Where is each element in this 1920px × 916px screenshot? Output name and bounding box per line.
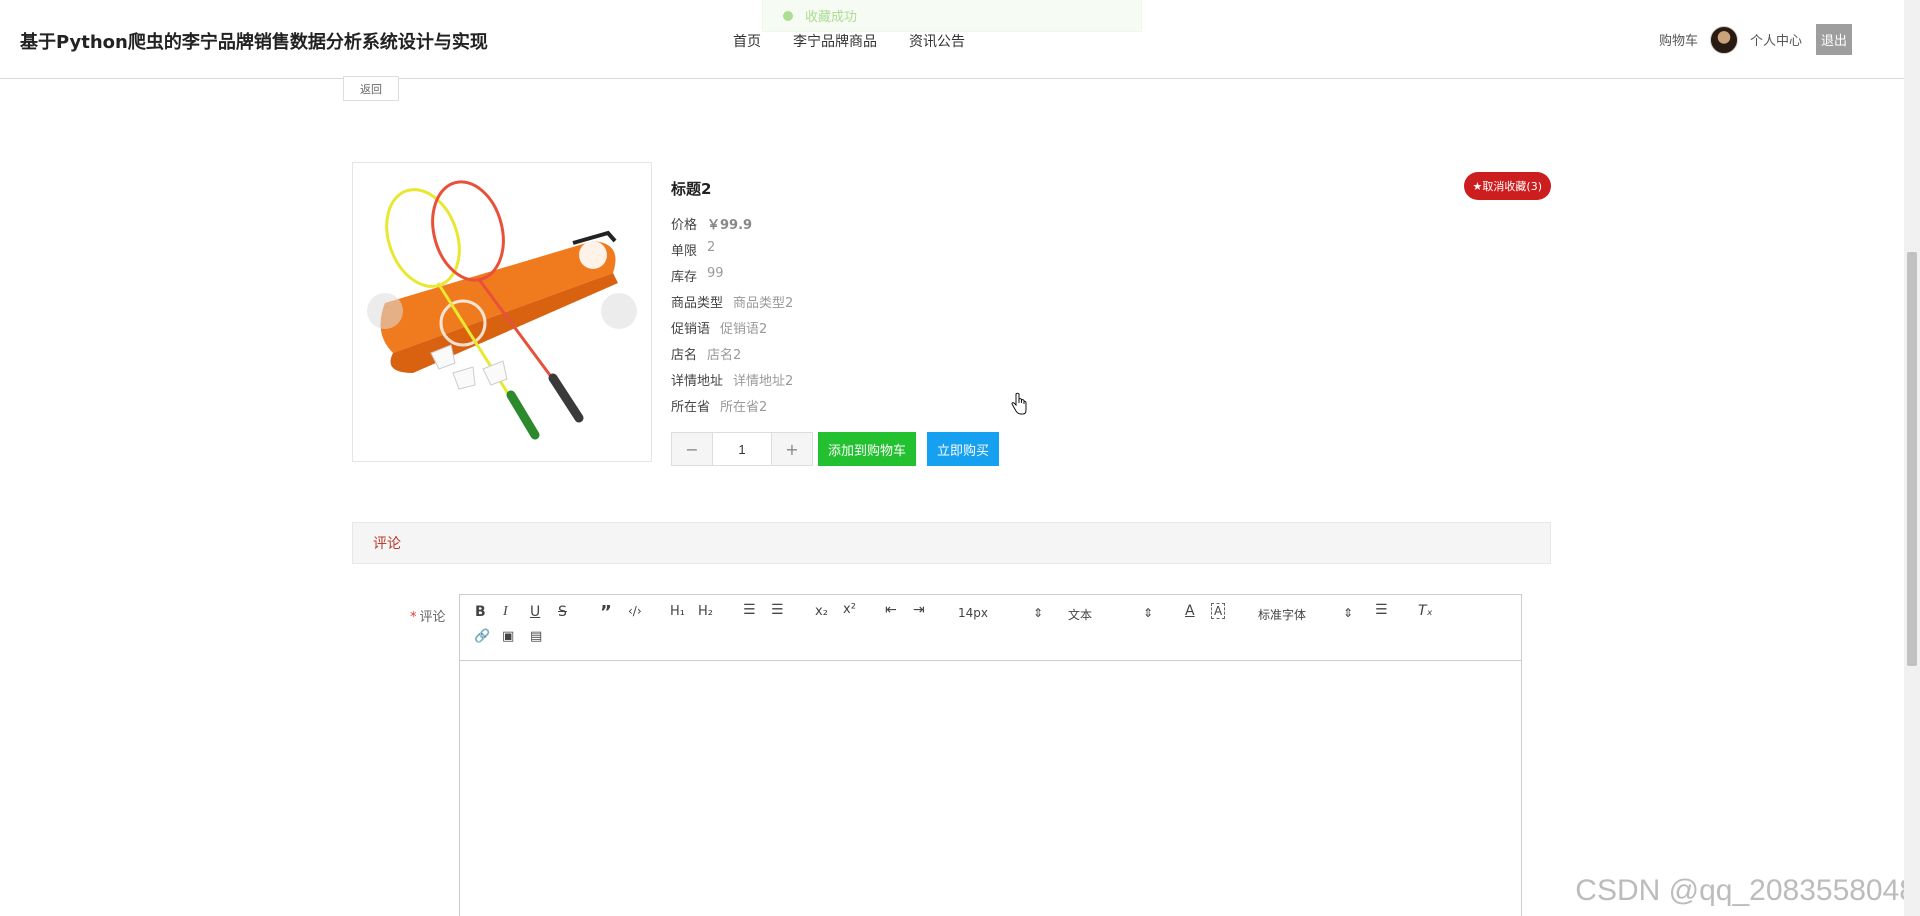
bold-icon[interactable]: B (475, 604, 486, 620)
underline-icon[interactable]: U (530, 604, 540, 620)
blockquote-icon[interactable]: ” (600, 602, 612, 623)
indent-icon[interactable]: ⇥ (913, 602, 925, 618)
select-arrows-icon: ⇕ (1142, 606, 1153, 620)
attr-label: 店名 (671, 348, 698, 363)
product-title: 标题2 (671, 180, 712, 198)
attr-value: ￥99.9 (707, 218, 753, 233)
align-icon[interactable]: ☰ (1375, 602, 1388, 618)
select-arrows-icon: ⇕ (1032, 606, 1043, 620)
font-size-select[interactable]: 14px ⇕ (958, 606, 1043, 620)
editor-content-area[interactable] (460, 661, 1521, 916)
avatar[interactable] (1709, 25, 1738, 54)
attr-limit: 单限 2 (671, 240, 715, 259)
page-scrollbar[interactable] (1904, 0, 1920, 916)
scrollbar-thumb[interactable] (1907, 252, 1917, 666)
attr-province: 所在省 所在省2 (671, 396, 767, 415)
success-icon (783, 10, 793, 21)
attr-label: 价格 (671, 218, 698, 233)
back-button[interactable]: 返回 (343, 76, 399, 101)
italic-icon[interactable]: I (503, 604, 508, 620)
nav-home[interactable]: 首页 (733, 31, 761, 51)
attr-value: 促销语2 (720, 322, 768, 337)
ordered-list-icon[interactable]: ☰ (743, 602, 756, 618)
attr-shop: 店名 店名2 (671, 344, 741, 363)
user-center-link[interactable]: 个人中心 (1750, 30, 1802, 49)
carousel-next-button[interactable] (601, 293, 637, 329)
comment-label: * 评论 (410, 606, 446, 625)
font-family-select[interactable]: 标准字体 ⇕ (1258, 606, 1353, 623)
attr-label: 库存 (671, 270, 698, 285)
attr-value: 99 (707, 266, 724, 281)
attr-price: 价格 ￥99.9 (671, 214, 752, 233)
image-icon[interactable]: ▣ (502, 629, 514, 644)
superscript-icon[interactable]: x² (843, 602, 856, 617)
attr-label: 单限 (671, 244, 698, 259)
font-family-value: 标准字体 (1258, 608, 1307, 622)
text-type-value: 文本 (1068, 608, 1093, 622)
strikethrough-icon[interactable]: S (558, 604, 567, 620)
carousel-prev-button[interactable] (367, 293, 403, 329)
comment-section-header: 评论 (352, 522, 1551, 564)
header1-icon[interactable]: H₁ (670, 604, 685, 619)
main-nav: 首页 李宁品牌商品 资讯公告 (733, 31, 965, 51)
attr-label: 商品类型 (671, 296, 724, 311)
attr-address: 详情地址 详情地址2 (671, 370, 793, 389)
buy-now-button[interactable]: 立即购买 (927, 432, 1000, 466)
product-image-carousel (352, 162, 652, 462)
header2-icon[interactable]: H₂ (698, 604, 713, 619)
bullet-list-icon[interactable]: ☰ (771, 602, 784, 618)
attr-label: 详情地址 (671, 374, 724, 389)
editor-toolbar: B I U S ” ‹/› H₁ H₂ ☰ ☰ x₂ x² ⇤ ⇥ 14px ⇕… (460, 595, 1521, 661)
video-icon[interactable]: ▤ (530, 629, 542, 644)
add-to-cart-button[interactable]: 添加到购物车 (818, 432, 917, 466)
attr-label: 促销语 (671, 322, 711, 337)
code-block-icon[interactable]: ‹/› (628, 604, 642, 618)
user-area: 购物车 个人中心 退出 (1659, 24, 1852, 55)
text-type-select[interactable]: 文本 ⇕ (1068, 606, 1153, 623)
attr-label: 所在省 (671, 400, 711, 415)
csdn-watermark: CSDN @qq_2083558048 (1575, 874, 1916, 907)
outdent-icon[interactable]: ⇤ (885, 602, 897, 618)
attr-value: 商品类型2 (733, 296, 794, 311)
nav-products[interactable]: 李宁品牌商品 (793, 31, 877, 51)
background-color-icon[interactable]: A (1211, 603, 1226, 619)
toast-message: 收藏成功 (805, 10, 858, 25)
success-toast: 收藏成功 (762, 0, 1142, 32)
required-mark: * (410, 610, 417, 625)
cart-link[interactable]: 购物车 (1659, 30, 1698, 49)
hand-cursor-icon (1011, 392, 1027, 415)
clear-format-icon[interactable]: Tₓ (1418, 603, 1433, 619)
select-arrows-icon: ⇕ (1342, 606, 1353, 620)
subscript-icon[interactable]: x₂ (815, 604, 828, 619)
nav-news[interactable]: 资讯公告 (909, 31, 965, 51)
attr-type: 商品类型 商品类型2 (671, 292, 793, 311)
attr-value: 详情地址2 (733, 374, 794, 389)
font-color-icon[interactable]: A (1185, 603, 1195, 619)
increment-button[interactable]: + (772, 433, 812, 465)
quantity-stepper: − + (671, 432, 813, 466)
link-icon[interactable]: 🔗 (474, 629, 490, 644)
rich-text-editor: B I U S ” ‹/› H₁ H₂ ☰ ☰ x₂ x² ⇤ ⇥ 14px ⇕… (459, 594, 1522, 916)
attr-value: 2 (707, 240, 716, 255)
attr-promo: 促销语 促销语2 (671, 318, 767, 337)
attr-stock: 库存 99 (671, 266, 724, 285)
decrement-button[interactable]: − (672, 433, 712, 465)
comment-label-text: 评论 (419, 610, 446, 625)
quantity-input[interactable] (712, 433, 772, 465)
logout-button[interactable]: 退出 (1815, 24, 1852, 55)
site-title: 基于Python爬虫的李宁品牌销售数据分析系统设计与实现 (20, 32, 488, 53)
attr-value: 店名2 (707, 348, 742, 363)
font-size-value: 14px (958, 606, 988, 620)
attr-value: 所在省2 (720, 400, 768, 415)
unfavorite-button[interactable]: ★取消收藏(3) (1463, 172, 1551, 200)
